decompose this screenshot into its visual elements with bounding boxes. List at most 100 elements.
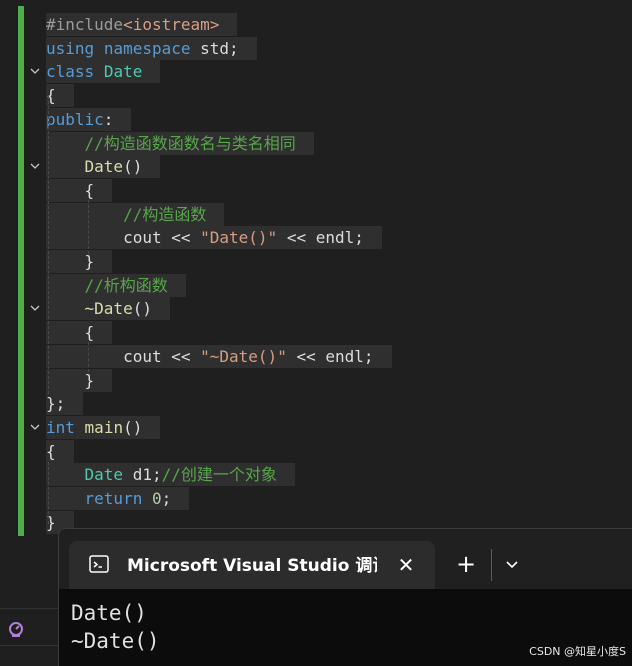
code-token: Date — [103, 62, 143, 82]
code-line[interactable]: //析构函数 — [0, 273, 632, 298]
code-line[interactable]: return 0; — [0, 487, 632, 511]
console-output-line: Date() — [71, 601, 147, 625]
terminal-tab-bar: Microsoft Visual Studio 调试控制台 ✕ + — [59, 529, 632, 589]
code-line[interactable]: cout << "~Date()" << endl; — [0, 344, 632, 369]
code-line[interactable]: int main() — [0, 415, 632, 440]
code-text: }; — [46, 392, 84, 416]
code-token: () — [132, 299, 152, 319]
code-text: //构造函数函数名与类名相同 — [46, 131, 314, 155]
code-token: //构造函数函数名与类名相同 — [84, 133, 296, 153]
divider — [0, 608, 58, 609]
code-line[interactable]: { — [0, 84, 632, 108]
code-line[interactable]: public: — [0, 107, 632, 132]
code-token: #include — [46, 15, 124, 34]
code-token: std; — [190, 38, 239, 58]
code-line[interactable]: //构造函数 — [0, 202, 632, 227]
code-token: d1; — [123, 465, 162, 485]
close-icon[interactable]: ✕ — [395, 554, 417, 576]
code-token: <iostream> — [123, 15, 220, 34]
code-text: } — [46, 250, 113, 273]
code-line[interactable]: } — [0, 368, 632, 393]
code-token: return — [84, 489, 143, 508]
code-token: "~Date()" — [200, 346, 287, 366]
code-text: //构造函数 — [46, 202, 225, 226]
indent-guide — [48, 96, 49, 394]
code-token: () — [123, 157, 143, 177]
code-token: } — [46, 252, 95, 271]
fold-chevron-icon[interactable] — [28, 421, 42, 435]
code-token: << endl; — [277, 228, 364, 248]
code-text: public: — [46, 107, 132, 131]
code-editor[interactable]: #include<iostream> using namespace std; cl… — [0, 0, 632, 540]
code-line[interactable]: Date d1;//创建一个对象 — [0, 463, 632, 487]
code-token: main — [84, 417, 124, 437]
code-token: () — [123, 417, 143, 437]
code-line[interactable]: } — [0, 250, 632, 274]
code-text: //析构函数 — [46, 273, 186, 297]
code-token: { — [46, 441, 56, 461]
code-text: { — [46, 439, 74, 463]
code-token: "Date()" — [200, 228, 278, 248]
code-token: namespace — [103, 38, 191, 58]
code-token: << endl; — [286, 346, 374, 366]
code-line[interactable]: { — [0, 321, 632, 345]
code-text: #include<iostream> — [46, 13, 238, 36]
console-output: Date() ~Date() — [71, 599, 160, 655]
code-text: Date d1;//创建一个对象 — [46, 463, 295, 487]
code-line[interactable]: //构造函数函数名与类名相同 — [0, 131, 632, 156]
code-line[interactable]: class Date — [0, 60, 632, 84]
chevron-down-icon[interactable] — [501, 553, 523, 575]
fold-chevron-icon[interactable] — [28, 160, 42, 174]
code-token: //构造函数 — [123, 204, 207, 224]
code-text: cout << "~Date()" << endl; — [46, 344, 392, 368]
performance-profiler-icon[interactable] — [6, 620, 26, 640]
plus-icon[interactable]: + — [455, 552, 477, 576]
code-token: //创建一个对象 — [161, 465, 277, 485]
code-token: ~Date — [84, 299, 133, 319]
code-token: class — [46, 62, 95, 82]
code-line[interactable]: Date() — [0, 155, 632, 179]
code-line[interactable]: { — [0, 439, 632, 464]
console-icon — [89, 554, 109, 574]
code-line[interactable]: cout << "Date()" << endl; — [0, 226, 632, 250]
code-text: ~Date() — [46, 297, 170, 321]
divider — [0, 645, 58, 646]
code-token: ; — [161, 489, 172, 508]
code-line[interactable]: }; — [0, 392, 632, 416]
code-token: { — [46, 323, 95, 343]
code-text: class Date — [46, 60, 161, 84]
code-token: { — [46, 180, 95, 200]
code-line[interactable]: using namespace std; — [0, 36, 632, 61]
indent-guide — [88, 200, 89, 254]
code-token: cout << — [46, 346, 201, 366]
fold-chevron-icon[interactable] — [28, 302, 42, 316]
code-token: }; — [46, 394, 66, 414]
code-token: int — [46, 417, 75, 437]
code-text: using namespace std; — [46, 36, 257, 60]
code-token: public — [46, 109, 104, 129]
code-token: : — [103, 109, 114, 129]
terminal-tab[interactable]: Microsoft Visual Studio 调试控制台 ✕ — [69, 541, 435, 589]
code-text: { — [46, 178, 113, 202]
code-token: cout << — [46, 228, 201, 248]
code-line[interactable]: { — [0, 178, 632, 203]
fold-chevron-icon[interactable] — [28, 65, 42, 79]
indent-guide — [48, 462, 49, 524]
indent-guide — [88, 342, 89, 372]
divider — [491, 549, 492, 581]
code-line[interactable]: ~Date() — [0, 297, 632, 321]
code-text: return 0; — [46, 487, 190, 510]
code-token: } — [46, 370, 95, 390]
watermark: CSDN @知星小度S — [529, 645, 626, 658]
side-toolbar — [0, 540, 58, 665]
code-line[interactable]: #include<iostream> — [0, 13, 632, 37]
